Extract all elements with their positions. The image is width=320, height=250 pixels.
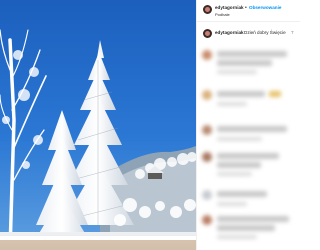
avatar: [202, 90, 212, 100]
comment-text: [217, 191, 267, 197]
caption-avatar[interactable]: [203, 29, 212, 38]
caption-username[interactable]: edytagorniak: [215, 30, 244, 35]
comment-text: [217, 225, 275, 231]
avatar: [202, 190, 212, 200]
avatar: [202, 152, 212, 162]
comment-meta: [217, 102, 247, 106]
follow-button[interactable]: Obserwowanie: [249, 5, 281, 10]
location-label[interactable]: Podhale: [215, 12, 230, 17]
avatar: [202, 125, 212, 135]
winter-landscape-image: [0, 0, 196, 250]
post-header: edytagorniak • Obserwowanie Podhale: [197, 0, 300, 22]
caption-overflow: T: [291, 30, 294, 35]
comment-meta: [217, 70, 257, 74]
comment-text: [217, 60, 272, 66]
avatar: [202, 215, 212, 225]
post-caption: edytagorniak Dzień dobry Święcie T: [197, 27, 300, 39]
comment-emoji: [269, 91, 281, 97]
comment-text: [217, 91, 265, 97]
post-photo[interactable]: [0, 0, 196, 250]
comment-text: [217, 51, 287, 57]
comment-text: [217, 162, 261, 168]
author-username[interactable]: edytagorniak: [215, 5, 244, 10]
comment-meta: [217, 202, 247, 206]
separator-dot: •: [245, 4, 247, 11]
comment-text: [217, 126, 287, 132]
post-side-panel: edytagorniak • Obserwowanie Podhale edyt…: [196, 0, 300, 250]
comment-text: [217, 153, 279, 159]
comment-text: [217, 216, 289, 222]
caption-text: Dzień dobry Święcie: [244, 30, 286, 35]
comment-meta: [217, 172, 252, 176]
comment-meta: [217, 137, 262, 141]
comment-meta: [217, 235, 257, 239]
comments-list: [197, 40, 300, 250]
author-avatar[interactable]: [203, 5, 212, 14]
avatar: [202, 50, 212, 60]
